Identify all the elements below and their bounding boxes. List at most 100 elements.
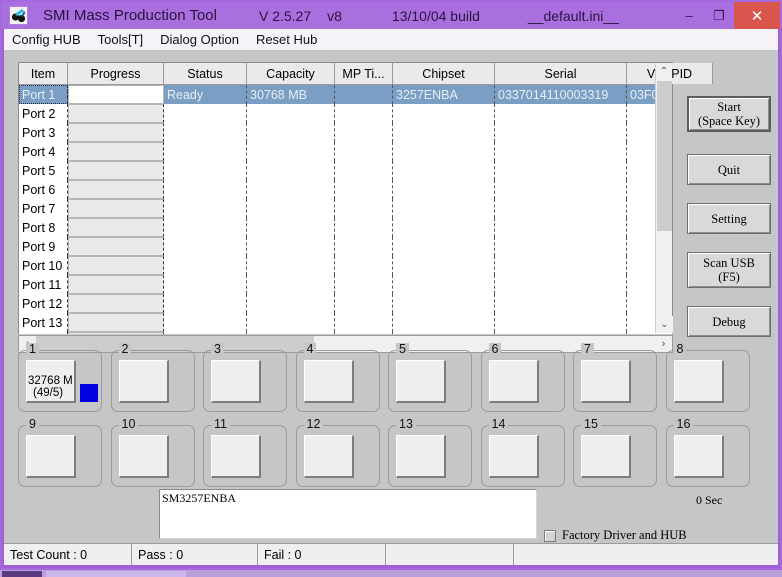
port-slot-10[interactable]: 10	[110, 418, 195, 487]
table-row[interactable]: Port 10	[19, 256, 672, 275]
table-cell-progress	[68, 161, 164, 180]
port-slot-number: 11	[211, 418, 230, 431]
table-cell-mptime	[335, 123, 393, 142]
table-cell-progress	[68, 123, 164, 142]
table-row[interactable]: Port 4	[19, 142, 672, 161]
port-slot-9[interactable]: 9	[18, 418, 102, 487]
table-cell-capacity	[247, 275, 335, 294]
menu-item-dialog-option[interactable]: Dialog Option	[152, 30, 248, 49]
port-slot-4[interactable]: 4	[295, 343, 380, 412]
debug-button[interactable]: Debug	[687, 306, 771, 337]
port-slot-display[interactable]: 32768 M (49/5)	[26, 360, 76, 403]
port-slot-display[interactable]	[26, 435, 76, 478]
table-cell-item: Port 9	[19, 237, 68, 256]
table-row[interactable]: Port 2	[19, 104, 672, 123]
menu-item-reset-hub[interactable]: Reset Hub	[248, 30, 326, 49]
vertical-scroll-thumb[interactable]	[657, 81, 672, 231]
table-cell-item: Port 11	[19, 275, 68, 294]
minimize-button[interactable]: –	[674, 2, 704, 29]
port-slot-display[interactable]	[211, 360, 261, 403]
start-button[interactable]: Start (Space Key)	[687, 96, 771, 132]
maximize-button[interactable]: ❐	[704, 2, 734, 29]
setting-button[interactable]: Setting	[687, 203, 771, 234]
port-slot-14[interactable]: 14	[480, 418, 565, 487]
factory-driver-checkbox[interactable]	[544, 529, 556, 542]
table-row[interactable]: Port 5	[19, 161, 672, 180]
table-row[interactable]: Port 12	[19, 294, 672, 313]
taskbar-start-icon[interactable]	[2, 571, 42, 577]
table-row[interactable]: Port 14	[19, 332, 672, 334]
port-slot-3[interactable]: 3	[203, 343, 287, 412]
close-button[interactable]: ✕	[734, 2, 780, 29]
table-cell-item: Port 8	[19, 218, 68, 237]
port-slot-display[interactable]	[396, 360, 446, 403]
port-slot-display[interactable]	[396, 435, 446, 478]
port-slot-display[interactable]	[118, 360, 169, 403]
table-cell-mptime	[335, 85, 393, 104]
menu-item-config-hub[interactable]: Config HUB	[4, 30, 90, 49]
table-cell-progress	[68, 104, 164, 123]
scroll-down-icon[interactable]: ⌄	[656, 316, 673, 333]
table-cell-serial	[495, 313, 627, 332]
table-column-header-item[interactable]: Item	[19, 63, 68, 84]
table-row[interactable]: Port 8	[19, 218, 672, 237]
table-cell-item: Port 7	[19, 199, 68, 218]
port-slot-display[interactable]	[673, 360, 724, 403]
scan-usb-button[interactable]: Scan USB (F5)	[687, 252, 771, 288]
port-slot-display[interactable]	[488, 435, 539, 478]
port-slot-11[interactable]: 11	[203, 418, 287, 487]
table-cell-status	[164, 294, 247, 313]
port-slot-display[interactable]	[673, 435, 724, 478]
table-cell-status	[164, 180, 247, 199]
quit-button[interactable]: Quit	[687, 154, 771, 185]
table-column-header-chipset[interactable]: Chipset	[393, 63, 495, 84]
table-row[interactable]: Port 1 Ready 30768 MB 3257ENBA 0337014110003…	[19, 85, 672, 104]
quit-button-label: Quit	[717, 162, 741, 177]
port-slot-display[interactable]	[303, 435, 354, 478]
table-column-header-mp-ti[interactable]: MP Ti...	[335, 63, 393, 84]
table-cell-serial	[495, 294, 627, 313]
port-slot-display[interactable]	[581, 360, 631, 403]
table-row[interactable]: Port 13	[19, 313, 672, 332]
menu-item-tools-t[interactable]: Tools[T]	[90, 30, 153, 49]
table-cell-chipset: 3257ENBA	[393, 85, 495, 104]
port-slot-display[interactable]	[488, 360, 539, 403]
port-slot-display[interactable]	[118, 435, 169, 478]
table-column-header-capacity[interactable]: Capacity	[247, 63, 335, 84]
table-row[interactable]: Port 6	[19, 180, 672, 199]
table-cell-capacity	[247, 180, 335, 199]
table-cell-mptime	[335, 218, 393, 237]
port-slot-12[interactable]: 12	[295, 418, 380, 487]
port-slot-15[interactable]: 15	[573, 418, 657, 487]
port-slot-6[interactable]: 6	[480, 343, 565, 412]
port-slot-display[interactable]	[303, 360, 354, 403]
table-cell-serial	[495, 218, 627, 237]
port-slot-1[interactable]: 1 32768 M (49/5)	[18, 343, 102, 412]
port-slot-5[interactable]: 5	[388, 343, 472, 412]
port-slot-13[interactable]: 13	[388, 418, 472, 487]
table-column-header-serial[interactable]: Serial	[495, 63, 627, 84]
port-slot-number: 8	[673, 343, 687, 356]
table-row[interactable]: Port 3	[19, 123, 672, 142]
table-column-header-status[interactable]: Status	[164, 63, 247, 84]
table-row[interactable]: Port 11	[19, 275, 672, 294]
port-capacity-label: 32768 M	[28, 375, 73, 387]
status-bar: Test Count : 0 Pass : 0 Fail : 0	[4, 543, 778, 565]
port-slot-2[interactable]: 2	[110, 343, 195, 412]
port-slot-16[interactable]: 16	[665, 418, 750, 487]
scroll-up-icon[interactable]: ⌃	[656, 63, 672, 80]
port-slot-7[interactable]: 7	[573, 343, 657, 412]
port-slot-display[interactable]	[581, 435, 631, 478]
port-slot-number: 5	[396, 343, 409, 356]
table-row[interactable]: Port 7	[19, 199, 672, 218]
port-slot-display[interactable]	[211, 435, 261, 478]
port-slot-8[interactable]: 8	[665, 343, 750, 412]
table-cell-progress	[68, 180, 164, 199]
table-row[interactable]: Port 9	[19, 237, 672, 256]
taskbar-app-button[interactable]	[46, 571, 186, 577]
factory-driver-checkbox-group[interactable]: Factory Driver and HUB	[544, 528, 687, 543]
table-cell-serial	[495, 199, 627, 218]
table-column-header-progress[interactable]: Progress	[68, 63, 164, 84]
table-vertical-scrollbar[interactable]: ⌃ ⌄	[655, 63, 673, 333]
log-textbox[interactable]: SM3257ENBA	[159, 489, 537, 539]
